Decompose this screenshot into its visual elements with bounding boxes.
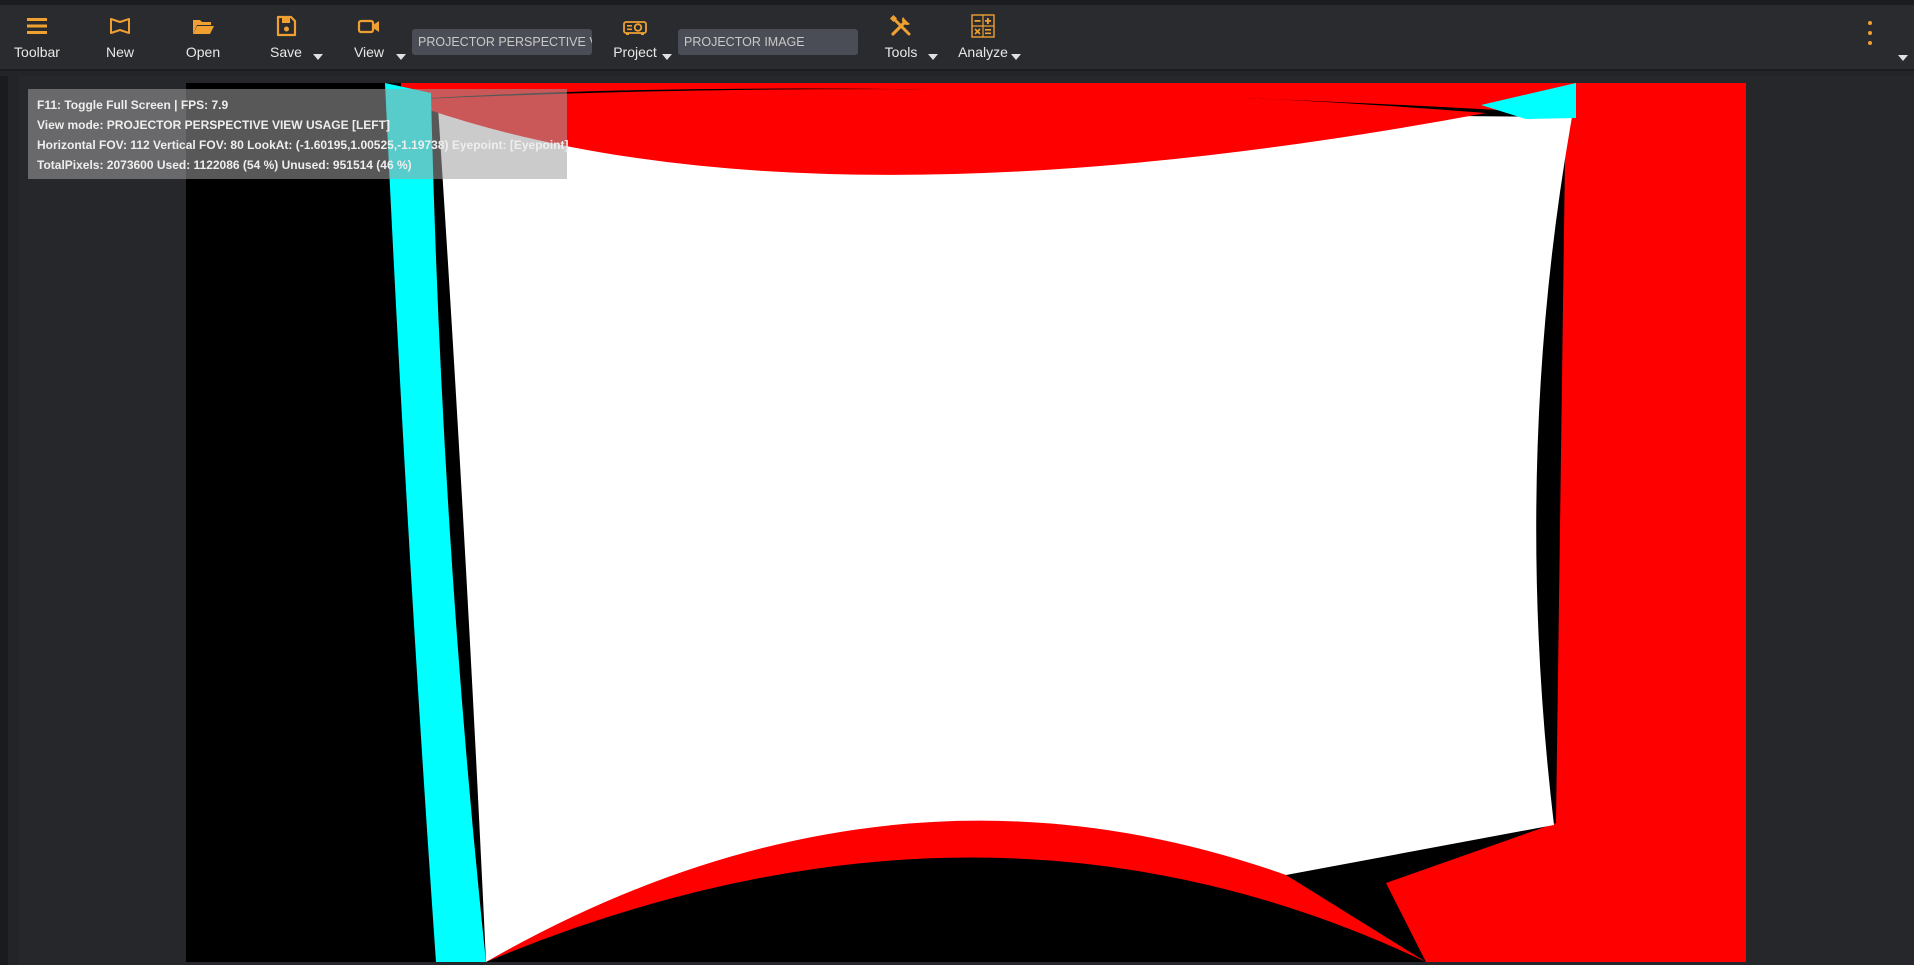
new-icon: [110, 18, 130, 34]
left-splitter[interactable]: [0, 76, 8, 965]
open-button[interactable]: Open: [181, 13, 225, 67]
tools-button[interactable]: Tools: [880, 13, 922, 67]
toolbar-toggle-label: Toolbar: [14, 44, 60, 60]
analyze-dropdown-arrow[interactable]: [1011, 54, 1021, 60]
view-label: View: [353, 44, 385, 60]
overlay-fov-text: Horizontal FOV: 112 Vertical FOV: 80 Loo…: [37, 138, 569, 152]
view-mode-combo[interactable]: PROJECTOR PERSPECTIVE VIEW USAGE: [412, 29, 592, 55]
save-label: Save: [270, 44, 302, 60]
projector-coverage-render: [385, 83, 1746, 962]
main-toolbar: Toolbar New Open Save View PROJECTOR PER…: [0, 5, 1914, 71]
overlay-pixels-text: TotalPixels: 2073600 Used: 1122086 (54 %…: [37, 158, 412, 172]
analyze-label: Analyze: [958, 44, 1008, 60]
open-label: Open: [185, 44, 221, 60]
view-dropdown-arrow[interactable]: [396, 54, 406, 60]
video-camera-icon: [357, 19, 379, 34]
save-dropdown-arrow[interactable]: [313, 54, 323, 60]
project-button[interactable]: Project: [613, 13, 657, 67]
projector-icon: [623, 21, 647, 35]
more-dropdown-arrow[interactable]: [1898, 55, 1908, 61]
menu-icon: [27, 18, 47, 34]
new-label: New: [105, 44, 134, 60]
tools-icon: [889, 14, 911, 36]
toolbar-toggle-button[interactable]: Toolbar: [12, 13, 62, 67]
projector-render-canvas[interactable]: [186, 83, 1746, 962]
calculator-icon: [971, 14, 995, 38]
save-button[interactable]: Save: [265, 13, 307, 67]
save-icon: [276, 15, 297, 37]
new-button[interactable]: New: [99, 13, 141, 67]
tools-dropdown-arrow[interactable]: [928, 54, 938, 60]
more-vertical-icon[interactable]: [1866, 21, 1874, 45]
tools-label: Tools: [884, 44, 918, 60]
projector-image-combo[interactable]: PROJECTOR IMAGE: [678, 29, 858, 55]
overlay-fps-text: F11: Toggle Full Screen | FPS: 7.9: [37, 98, 229, 112]
project-dropdown-arrow[interactable]: [662, 54, 672, 60]
analyze-button[interactable]: Analyze: [958, 13, 1008, 67]
project-label: Project: [613, 44, 657, 60]
folder-open-icon: [193, 20, 214, 34]
view-button[interactable]: View: [348, 13, 390, 67]
overlay-view-mode-text: View mode: PROJECTOR PERSPECTIVE VIEW US…: [37, 118, 390, 132]
